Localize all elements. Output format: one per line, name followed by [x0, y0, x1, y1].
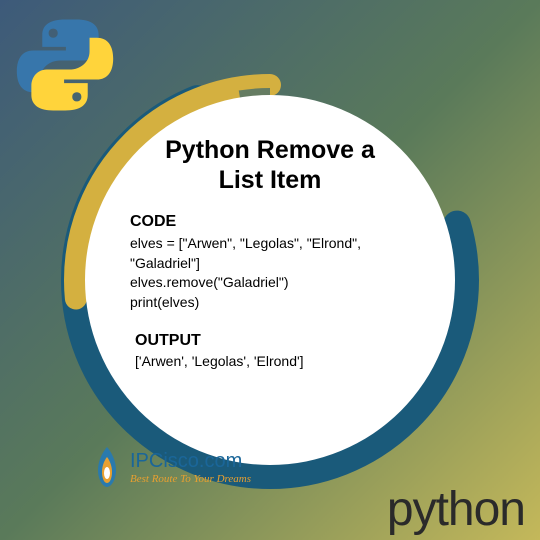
content-area: Python Remove a List Item CODE elves = […: [85, 95, 455, 465]
python-brand-text: python: [387, 482, 525, 537]
page-title: Python Remove a List Item: [115, 135, 425, 195]
code-line: print(elves): [130, 293, 425, 313]
code-line: elves.remove("Galadriel"): [130, 273, 425, 293]
content-circle: Python Remove a List Item CODE elves = […: [60, 70, 480, 490]
output-section-label: OUTPUT: [135, 332, 425, 350]
title-line-1: Python Remove a: [115, 135, 425, 165]
ipcisco-logo: IPCisco.com Best Route To Your Dreams: [90, 445, 251, 490]
code-block: elves = ["Arwen", "Legolas", "Elrond", "…: [130, 234, 425, 312]
ipcisco-tagline: Best Route To Your Dreams: [130, 473, 251, 485]
title-line-2: List Item: [115, 165, 425, 195]
ipcisco-brand-name: IPCisco.com: [130, 450, 251, 473]
code-line: elves = ["Arwen", "Legolas", "Elrond",: [130, 234, 425, 254]
code-line: "Galadriel"]: [130, 254, 425, 274]
output-block: ['Arwen', 'Legolas', 'Elrond']: [135, 353, 425, 369]
ipcisco-text: IPCisco.com Best Route To Your Dreams: [130, 450, 251, 485]
output-line: ['Arwen', 'Legolas', 'Elrond']: [135, 353, 425, 369]
ipcisco-flame-icon: [90, 445, 125, 490]
code-section-label: CODE: [130, 213, 425, 231]
